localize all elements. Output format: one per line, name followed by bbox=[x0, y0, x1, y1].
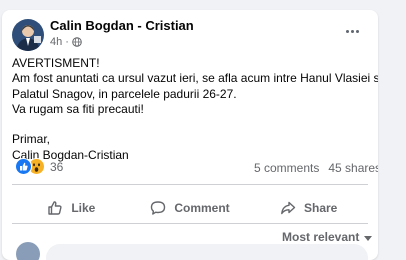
post-text: AVERTISMENT! Am fost anuntati ca ursul v… bbox=[12, 56, 378, 163]
current-user-avatar bbox=[16, 242, 40, 260]
comment-button[interactable]: Comment bbox=[131, 190, 250, 226]
post-text-line: AVERTISMENT! bbox=[12, 56, 100, 70]
post-meta: 4h · bbox=[50, 36, 82, 48]
divider bbox=[12, 223, 368, 224]
share-label: Share bbox=[304, 201, 338, 215]
shares-count[interactable]: 45 shares bbox=[328, 161, 378, 175]
share-arrow-icon bbox=[280, 200, 296, 216]
like-reaction-icon bbox=[15, 158, 32, 175]
like-button[interactable]: Like bbox=[12, 190, 131, 226]
more-options-icon[interactable] bbox=[344, 24, 360, 38]
author-name[interactable]: Calin Bogdan - Cristian bbox=[50, 18, 194, 33]
post-time[interactable]: 4h bbox=[50, 36, 62, 48]
sort-label: Most relevant bbox=[282, 230, 360, 244]
post-card: Calin Bogdan - Cristian 4h · AVERTISMENT… bbox=[2, 10, 378, 260]
comments-count[interactable]: 5 comments bbox=[254, 161, 319, 175]
caret-down-icon bbox=[364, 235, 373, 241]
post-text-line: Am fost anuntati ca ursul vazut ieri, se… bbox=[12, 71, 378, 86]
author-avatar[interactable] bbox=[12, 19, 44, 51]
reactions-summary[interactable]: 36 bbox=[15, 158, 63, 175]
post-actions: Like Comment Share bbox=[12, 190, 368, 226]
globe-icon bbox=[72, 37, 82, 47]
comment-bubble-icon bbox=[150, 200, 166, 216]
post-text-line: Palatul Snagov, in parcelele padurii 26-… bbox=[12, 86, 237, 101]
share-button[interactable]: Share bbox=[249, 190, 368, 226]
thumbs-up-icon bbox=[47, 200, 63, 216]
like-label: Like bbox=[71, 201, 96, 215]
divider bbox=[12, 184, 368, 185]
reaction-count: 36 bbox=[50, 159, 64, 174]
comment-sort-dropdown[interactable]: Most relevant bbox=[282, 230, 373, 244]
comment-label: Comment bbox=[174, 201, 230, 215]
post-text-line bbox=[12, 117, 374, 132]
comment-input[interactable] bbox=[46, 244, 368, 260]
post-stats: 5 comments 45 shares bbox=[254, 161, 378, 175]
post-text-line: Va rugam sa fiti precauti! bbox=[12, 101, 144, 116]
post-text-line: Primar, bbox=[12, 132, 51, 147]
